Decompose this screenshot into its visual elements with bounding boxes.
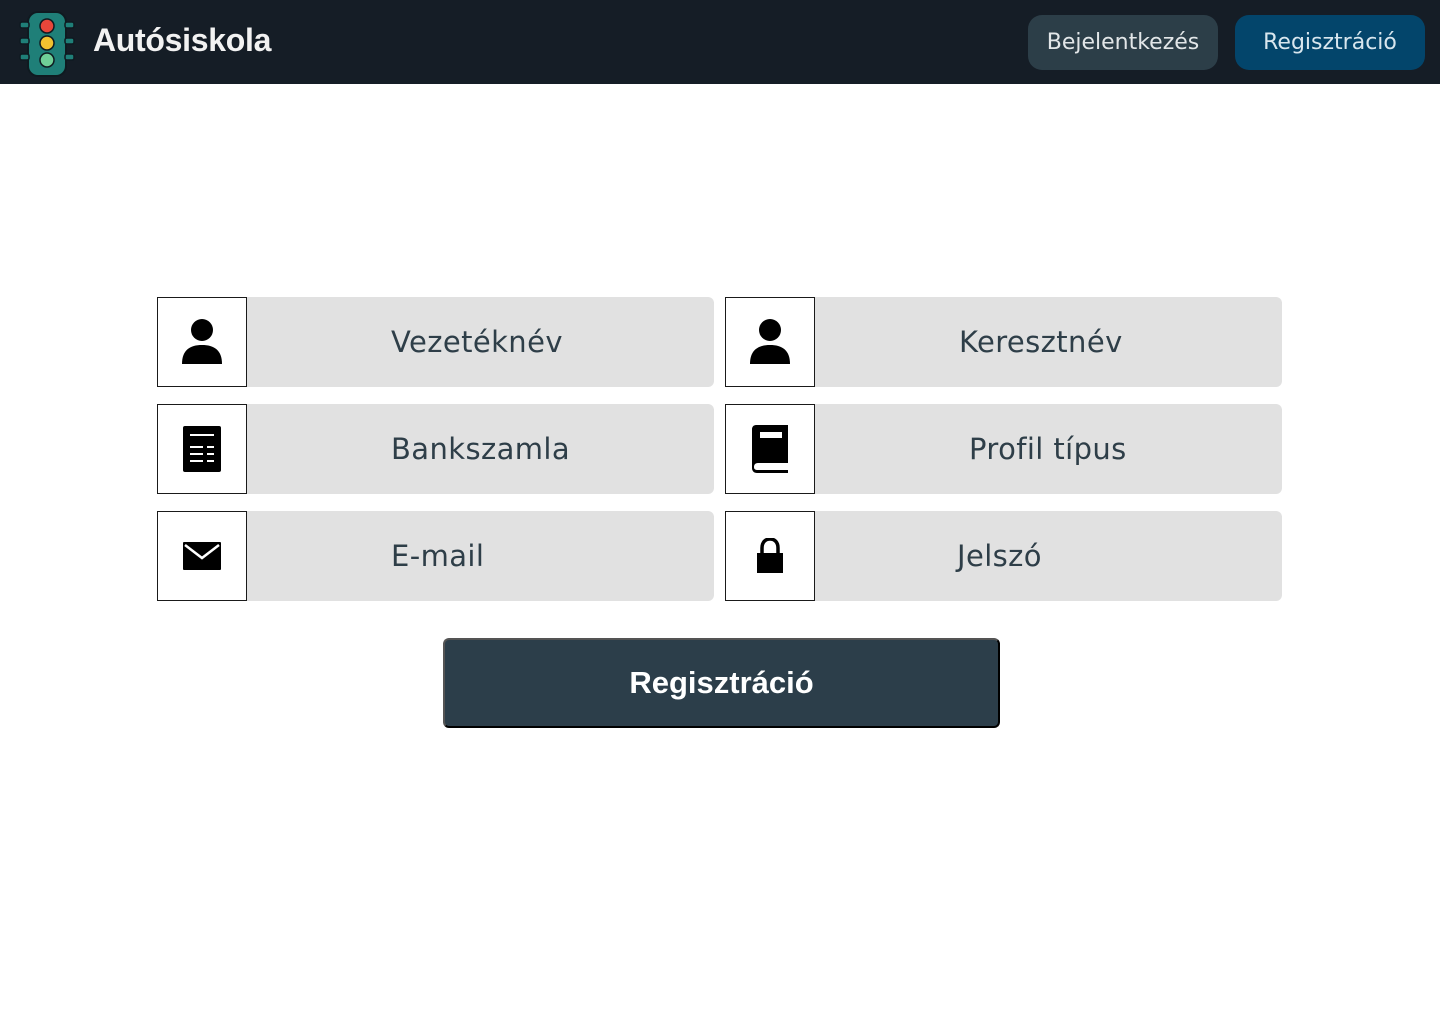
receipt-icon bbox=[157, 404, 247, 494]
login-button[interactable]: Bejelentkezés bbox=[1028, 15, 1218, 70]
password-field[interactable]: Jelszó bbox=[725, 511, 1282, 601]
user-icon bbox=[725, 297, 815, 387]
register-submit-button[interactable]: Regisztráció bbox=[443, 638, 1000, 728]
user-icon bbox=[157, 297, 247, 387]
last-name-label: Vezetéknév bbox=[391, 325, 563, 359]
top-navbar: Autósiskola Bejelentkezés Regisztráció bbox=[0, 0, 1440, 84]
lock-icon bbox=[725, 511, 815, 601]
email-label: E-mail bbox=[391, 539, 485, 573]
first-name-field[interactable]: Keresztnév bbox=[725, 297, 1282, 387]
book-icon bbox=[725, 404, 815, 494]
bank-account-label: Bankszamla bbox=[391, 432, 571, 466]
bank-account-field[interactable]: Bankszamla bbox=[157, 404, 714, 494]
envelope-icon bbox=[157, 511, 247, 601]
register-nav-button[interactable]: Regisztráció bbox=[1235, 15, 1425, 70]
profile-type-field[interactable]: Profil típus bbox=[725, 404, 1282, 494]
brand-name[interactable]: Autósiskola bbox=[93, 22, 271, 59]
traffic-light-icon[interactable] bbox=[18, 10, 76, 78]
email-field[interactable]: E-mail bbox=[157, 511, 714, 601]
last-name-field[interactable]: Vezetéknév bbox=[157, 297, 714, 387]
password-label: Jelszó bbox=[957, 539, 1042, 573]
profile-type-label: Profil típus bbox=[969, 432, 1127, 466]
first-name-label: Keresztnév bbox=[959, 325, 1123, 359]
